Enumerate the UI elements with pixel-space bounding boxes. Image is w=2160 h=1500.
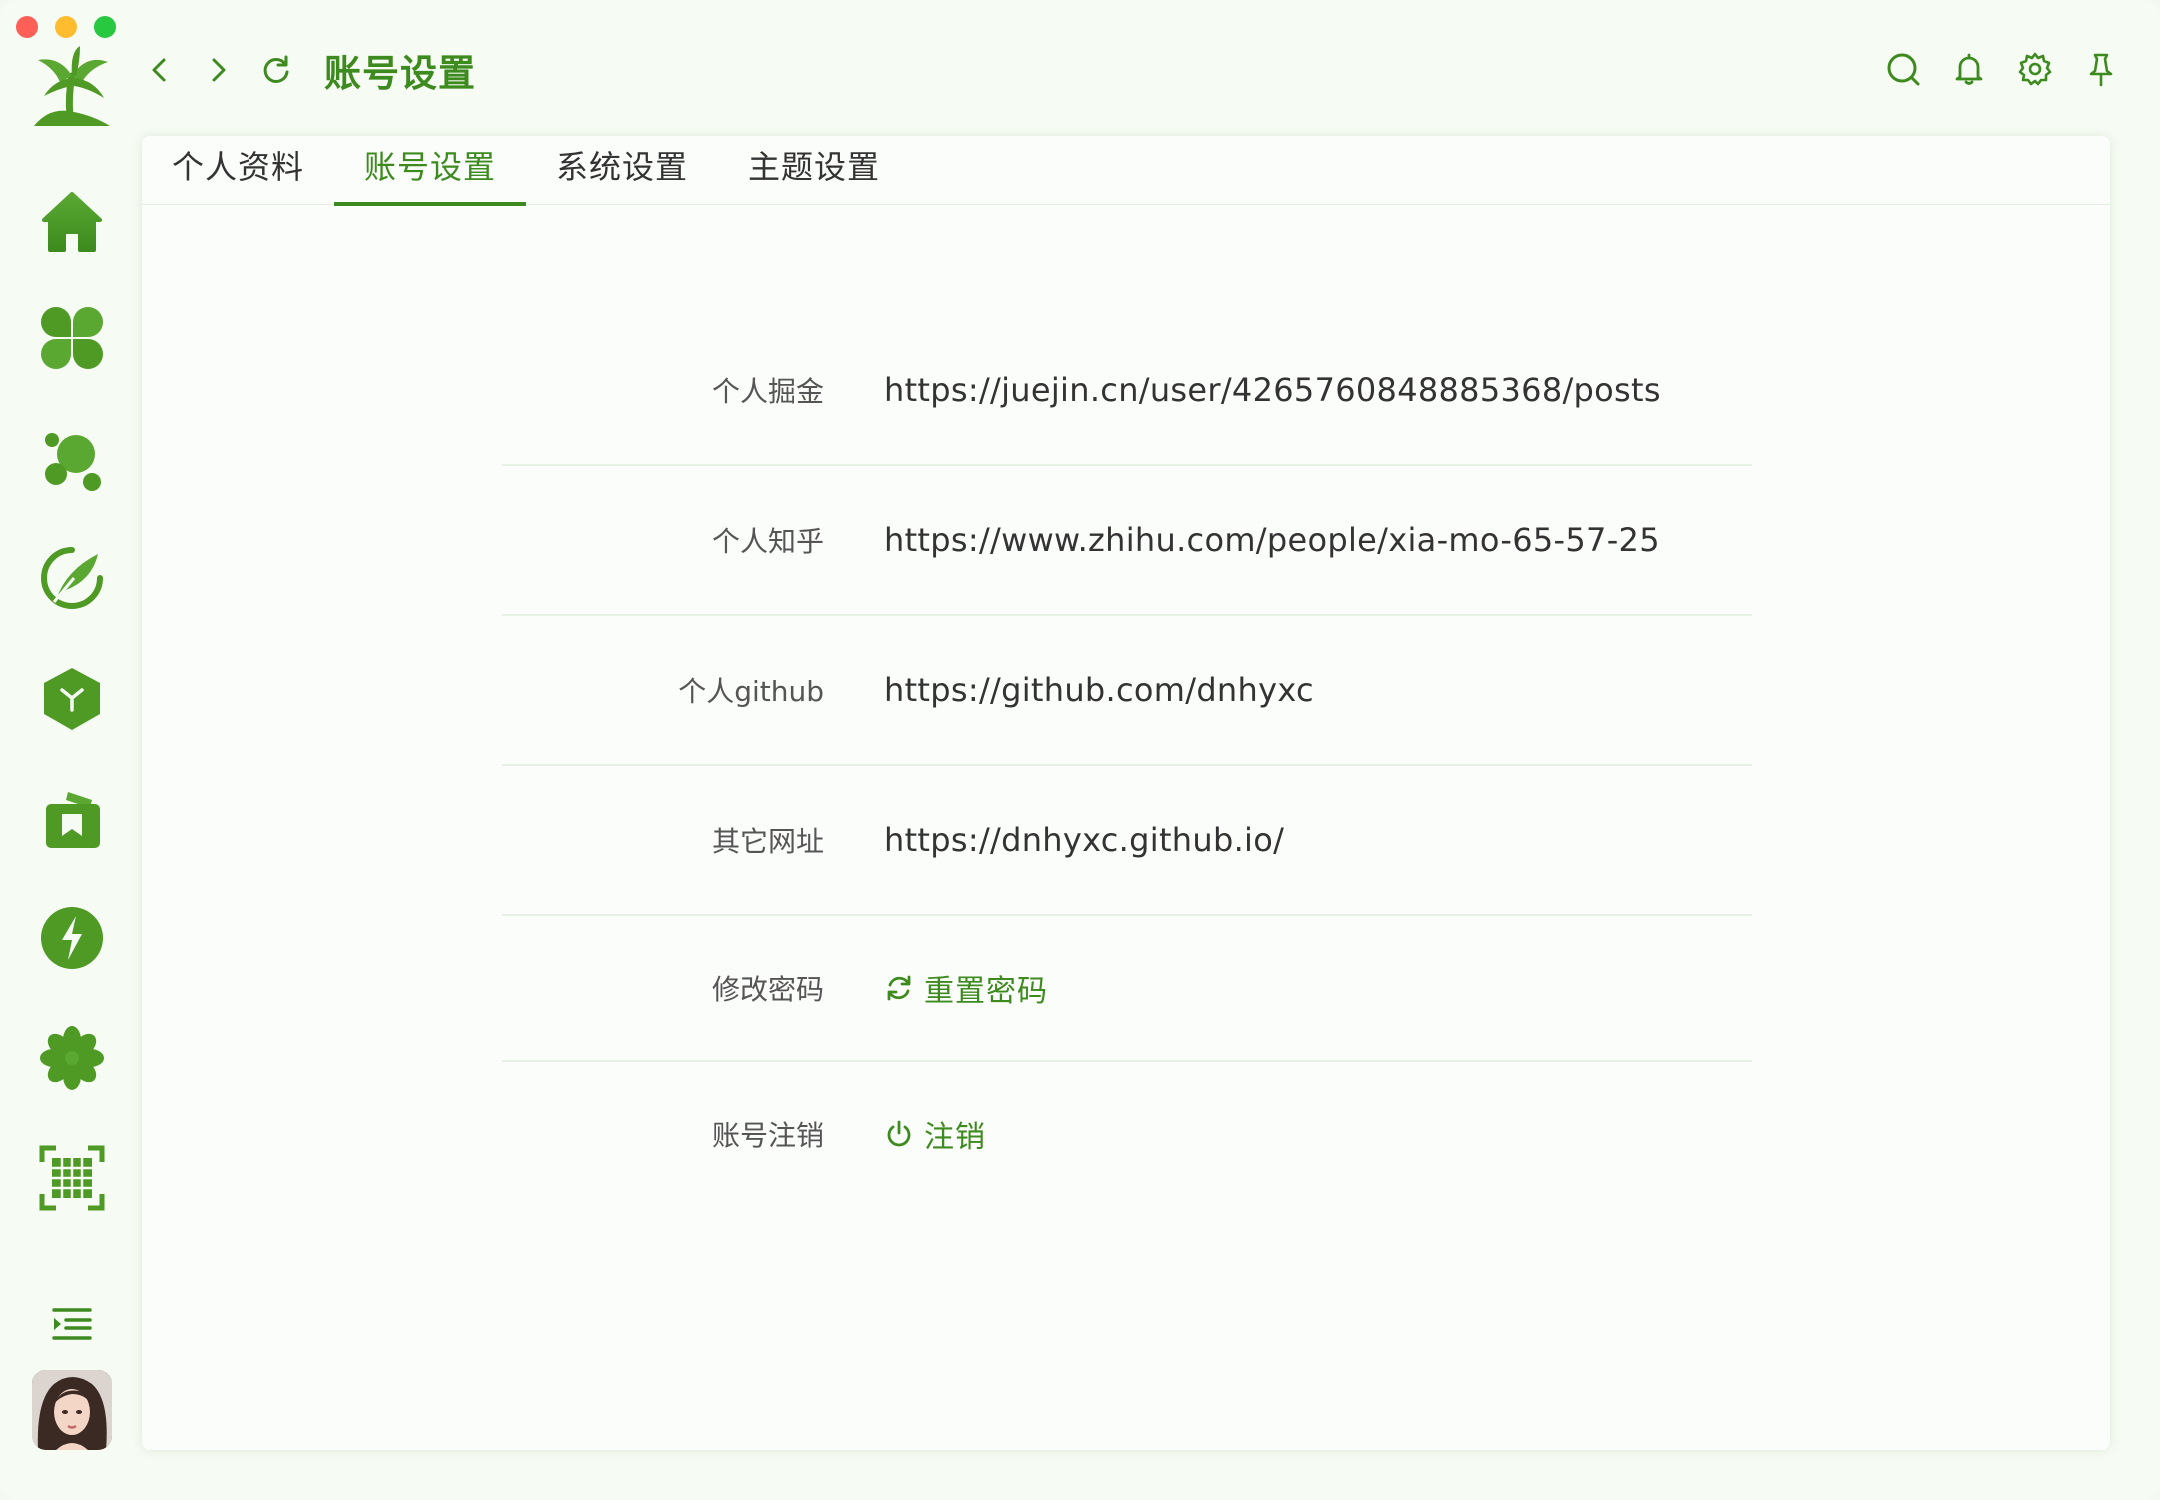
- back-button[interactable]: [140, 50, 180, 90]
- sidebar-item-bubbles[interactable]: [36, 424, 108, 496]
- refresh-button[interactable]: [256, 50, 296, 90]
- chevron-left-icon: [152, 58, 166, 82]
- bubbles-icon: [45, 433, 101, 491]
- settings-card: 个人资料 账号设置 系统设置 主题设置 个人掘金 https://juejin.…: [142, 136, 2110, 1450]
- form-row-juejin: 个人掘金 https://juejin.cn/user/426576084888…: [502, 316, 1752, 466]
- forward-button[interactable]: [198, 50, 238, 90]
- bookmark-folder-icon: [46, 792, 100, 848]
- user-avatar[interactable]: [32, 1370, 112, 1450]
- sidebar-item-apps[interactable]: [36, 302, 108, 374]
- reset-password-button[interactable]: 重置密码: [884, 966, 1048, 1010]
- menu-collapse-button[interactable]: [50, 1306, 94, 1342]
- settings-button[interactable]: [2016, 50, 2054, 88]
- sidebar-item-modules[interactable]: [36, 662, 108, 734]
- sidebar-item-quick[interactable]: [36, 902, 108, 974]
- menu-collapse-icon: [52, 1308, 92, 1340]
- sidebar-item-scan[interactable]: [36, 1142, 108, 1214]
- sidebar: [0, 0, 140, 1500]
- form-row-password: 修改密码 重置密码: [502, 916, 1752, 1062]
- account-cancel-label: 账号注销: [711, 1119, 824, 1152]
- pin-icon: [2089, 53, 2113, 87]
- password-label: 修改密码: [711, 973, 824, 1006]
- gear-icon: [2018, 52, 2052, 86]
- tab-theme-settings[interactable]: 主题设置: [718, 138, 910, 204]
- feather-pen-icon: [41, 547, 103, 609]
- github-link[interactable]: https://github.com/dnhyxc: [884, 671, 1314, 709]
- chevron-right-icon: [212, 58, 226, 82]
- form-row-zhihu: 个人知乎 https://www.zhihu.com/people/xia-mo…: [502, 466, 1752, 616]
- pin-button[interactable]: [2082, 50, 2120, 88]
- header-actions: [1884, 50, 2120, 88]
- tab-system-settings[interactable]: 系统设置: [526, 138, 718, 204]
- page-title: 账号设置: [324, 52, 476, 95]
- other-url-link[interactable]: https://dnhyxc.github.io/: [884, 821, 1284, 859]
- other-url-label: 其它网址: [711, 825, 824, 858]
- cancel-account-label: 注销: [924, 1120, 986, 1155]
- sidebar-item-home[interactable]: [36, 186, 108, 258]
- tab-profile[interactable]: 个人资料: [172, 138, 334, 204]
- home-icon: [42, 192, 102, 252]
- github-label: 个人github: [678, 675, 824, 708]
- top-bar: 账号设置: [140, 34, 2130, 106]
- grid-frame-icon: [39, 1145, 105, 1211]
- palm-tree-logo[interactable]: [30, 46, 114, 130]
- form-row-github: 个人github https://github.com/dnhyxc: [502, 616, 1752, 766]
- form-row-other-url: 其它网址 https://dnhyxc.github.io/: [502, 766, 1752, 916]
- bell-icon: [1955, 53, 1983, 85]
- account-form: 个人掘金 https://juejin.cn/user/426576084888…: [502, 316, 1752, 1206]
- refresh-icon: [887, 975, 911, 1001]
- search-icon: [1887, 53, 1920, 86]
- notifications-button[interactable]: [1950, 50, 1988, 88]
- flower-icon: [40, 1026, 104, 1090]
- zhihu-label: 个人知乎: [711, 525, 824, 558]
- lightning-icon: [41, 907, 103, 969]
- sidebar-item-collections[interactable]: [36, 784, 108, 856]
- reset-password-label: 重置密码: [924, 974, 1048, 1009]
- zhihu-link[interactable]: https://www.zhihu.com/people/xia-mo-65-5…: [884, 521, 1660, 559]
- refresh-icon: [263, 55, 289, 83]
- tab-account-settings[interactable]: 账号设置: [334, 138, 527, 206]
- cancel-account-button[interactable]: 注销: [884, 1112, 986, 1156]
- juejin-link[interactable]: https://juejin.cn/user/4265760848885368/…: [884, 371, 1661, 409]
- app-window: 账号设置 个人资料 账号设置 系统设置 主题设置 个人掘金 https://ju…: [0, 0, 2160, 1500]
- settings-tabs: 个人资料 账号设置 系统设置 主题设置: [142, 136, 2110, 206]
- juejin-label: 个人掘金: [711, 375, 824, 408]
- sidebar-item-write[interactable]: [36, 542, 108, 614]
- sidebar-item-favorites[interactable]: [36, 1022, 108, 1094]
- search-button[interactable]: [1884, 50, 1922, 88]
- clover-grid-icon: [41, 307, 103, 369]
- form-row-account-cancel: 账号注销 注销: [502, 1062, 1752, 1206]
- cube-icon: [44, 668, 100, 730]
- power-icon: [887, 1120, 911, 1147]
